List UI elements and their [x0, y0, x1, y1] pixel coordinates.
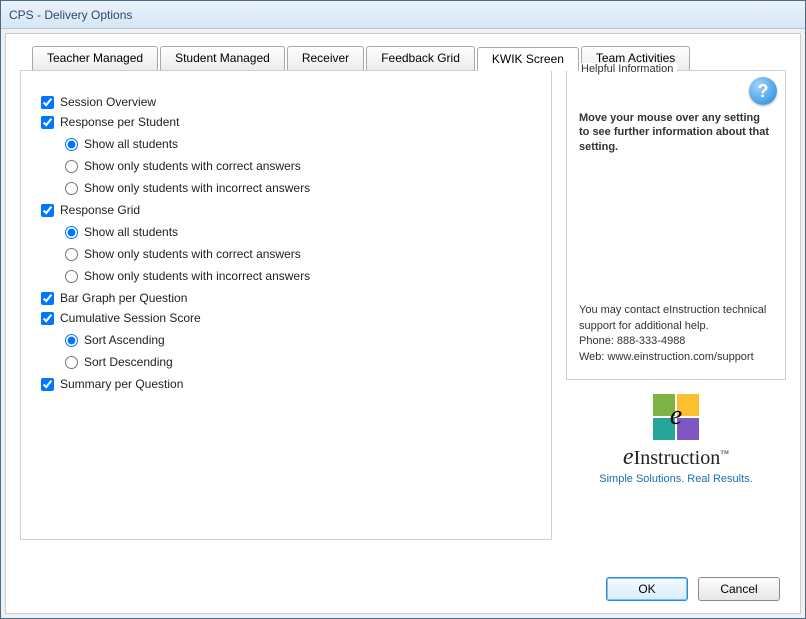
brand-logo: e eInstruction™ Simple Solutions. Real R…	[566, 394, 786, 485]
ok-button[interactable]: OK	[606, 577, 688, 601]
radio-rps-incorrect[interactable]: Show only students with incorrect answer…	[65, 181, 531, 195]
radio-input-rg-correct[interactable]	[65, 248, 78, 261]
check-cumulative[interactable]: Cumulative Session Score	[41, 311, 531, 325]
logo-text: eInstruction™	[566, 444, 786, 471]
radio-rg-incorrect[interactable]: Show only students with incorrect answer…	[65, 269, 531, 283]
radio-input-rg-all[interactable]	[65, 226, 78, 239]
radio-sort-desc[interactable]: Sort Descending	[65, 355, 531, 369]
check-session-overview[interactable]: Session Overview	[41, 95, 531, 109]
radio-input-sort-asc[interactable]	[65, 334, 78, 347]
radio-rps-correct[interactable]: Show only students with correct answers	[65, 159, 531, 173]
contact-line-1: You may contact eInstruction technical s…	[579, 303, 773, 334]
checkbox-cumulative[interactable]	[41, 312, 54, 325]
info-title: Helpful Information	[577, 63, 677, 75]
logo-tagline: Simple Solutions. Real Results.	[566, 473, 786, 485]
check-response-per-student[interactable]: Response per Student	[41, 115, 531, 129]
tab-receiver[interactable]: Receiver	[287, 46, 364, 70]
radio-rg-correct[interactable]: Show only students with correct answers	[65, 247, 531, 261]
tab-student-managed[interactable]: Student Managed	[160, 46, 285, 70]
check-bar-graph[interactable]: Bar Graph per Question	[41, 291, 531, 305]
tab-feedback-grid[interactable]: Feedback Grid	[366, 46, 475, 70]
radio-input-rps-all[interactable]	[65, 138, 78, 151]
radio-input-rps-correct[interactable]	[65, 160, 78, 173]
checkbox-summary[interactable]	[41, 378, 54, 391]
cancel-button[interactable]: Cancel	[698, 577, 780, 601]
radios-response-grid: Show all students Show only students wit…	[65, 225, 531, 283]
checkbox-bar-graph[interactable]	[41, 292, 54, 305]
radios-response-per-student: Show all students Show only students wit…	[65, 137, 531, 195]
radio-input-rg-incorrect[interactable]	[65, 270, 78, 283]
tab-kwik-screen[interactable]: KWIK Screen	[477, 47, 579, 71]
radio-rps-all[interactable]: Show all students	[65, 137, 531, 151]
radio-sort-asc[interactable]: Sort Ascending	[65, 333, 531, 347]
radio-input-rps-incorrect[interactable]	[65, 182, 78, 195]
dialog-body: Teacher Managed Student Managed Receiver…	[5, 33, 801, 614]
contact-block: You may contact eInstruction technical s…	[579, 303, 773, 365]
checkbox-response-per-student[interactable]	[41, 116, 54, 129]
tab-teacher-managed[interactable]: Teacher Managed	[32, 46, 158, 70]
title-bar: CPS - Delivery Options	[1, 1, 805, 29]
check-summary[interactable]: Summary per Question	[41, 377, 531, 391]
radio-input-sort-desc[interactable]	[65, 356, 78, 369]
settings-panel: Session Overview Response per Student Sh…	[20, 70, 552, 540]
radios-cumulative: Sort Ascending Sort Descending	[65, 333, 531, 369]
dialog-buttons: OK Cancel	[606, 577, 780, 601]
checkbox-session-overview[interactable]	[41, 96, 54, 109]
logo-mark-icon: e	[653, 394, 699, 440]
info-hint: Move your mouse over any setting to see …	[579, 111, 773, 154]
radio-rg-all[interactable]: Show all students	[65, 225, 531, 239]
contact-line-2: Phone: 888-333-4988	[579, 334, 773, 349]
dialog-window: CPS - Delivery Options Teacher Managed S…	[0, 0, 806, 619]
right-column: Helpful Information ? Move your mouse ov…	[566, 70, 786, 485]
help-icon: ?	[749, 77, 777, 105]
checkbox-response-grid[interactable]	[41, 204, 54, 217]
check-response-grid[interactable]: Response Grid	[41, 203, 531, 217]
contact-line-3: Web: www.einstruction.com/support	[579, 350, 773, 365]
window-title: CPS - Delivery Options	[9, 8, 132, 22]
content-row: Session Overview Response per Student Sh…	[20, 70, 786, 540]
info-panel: Helpful Information ? Move your mouse ov…	[566, 70, 786, 380]
